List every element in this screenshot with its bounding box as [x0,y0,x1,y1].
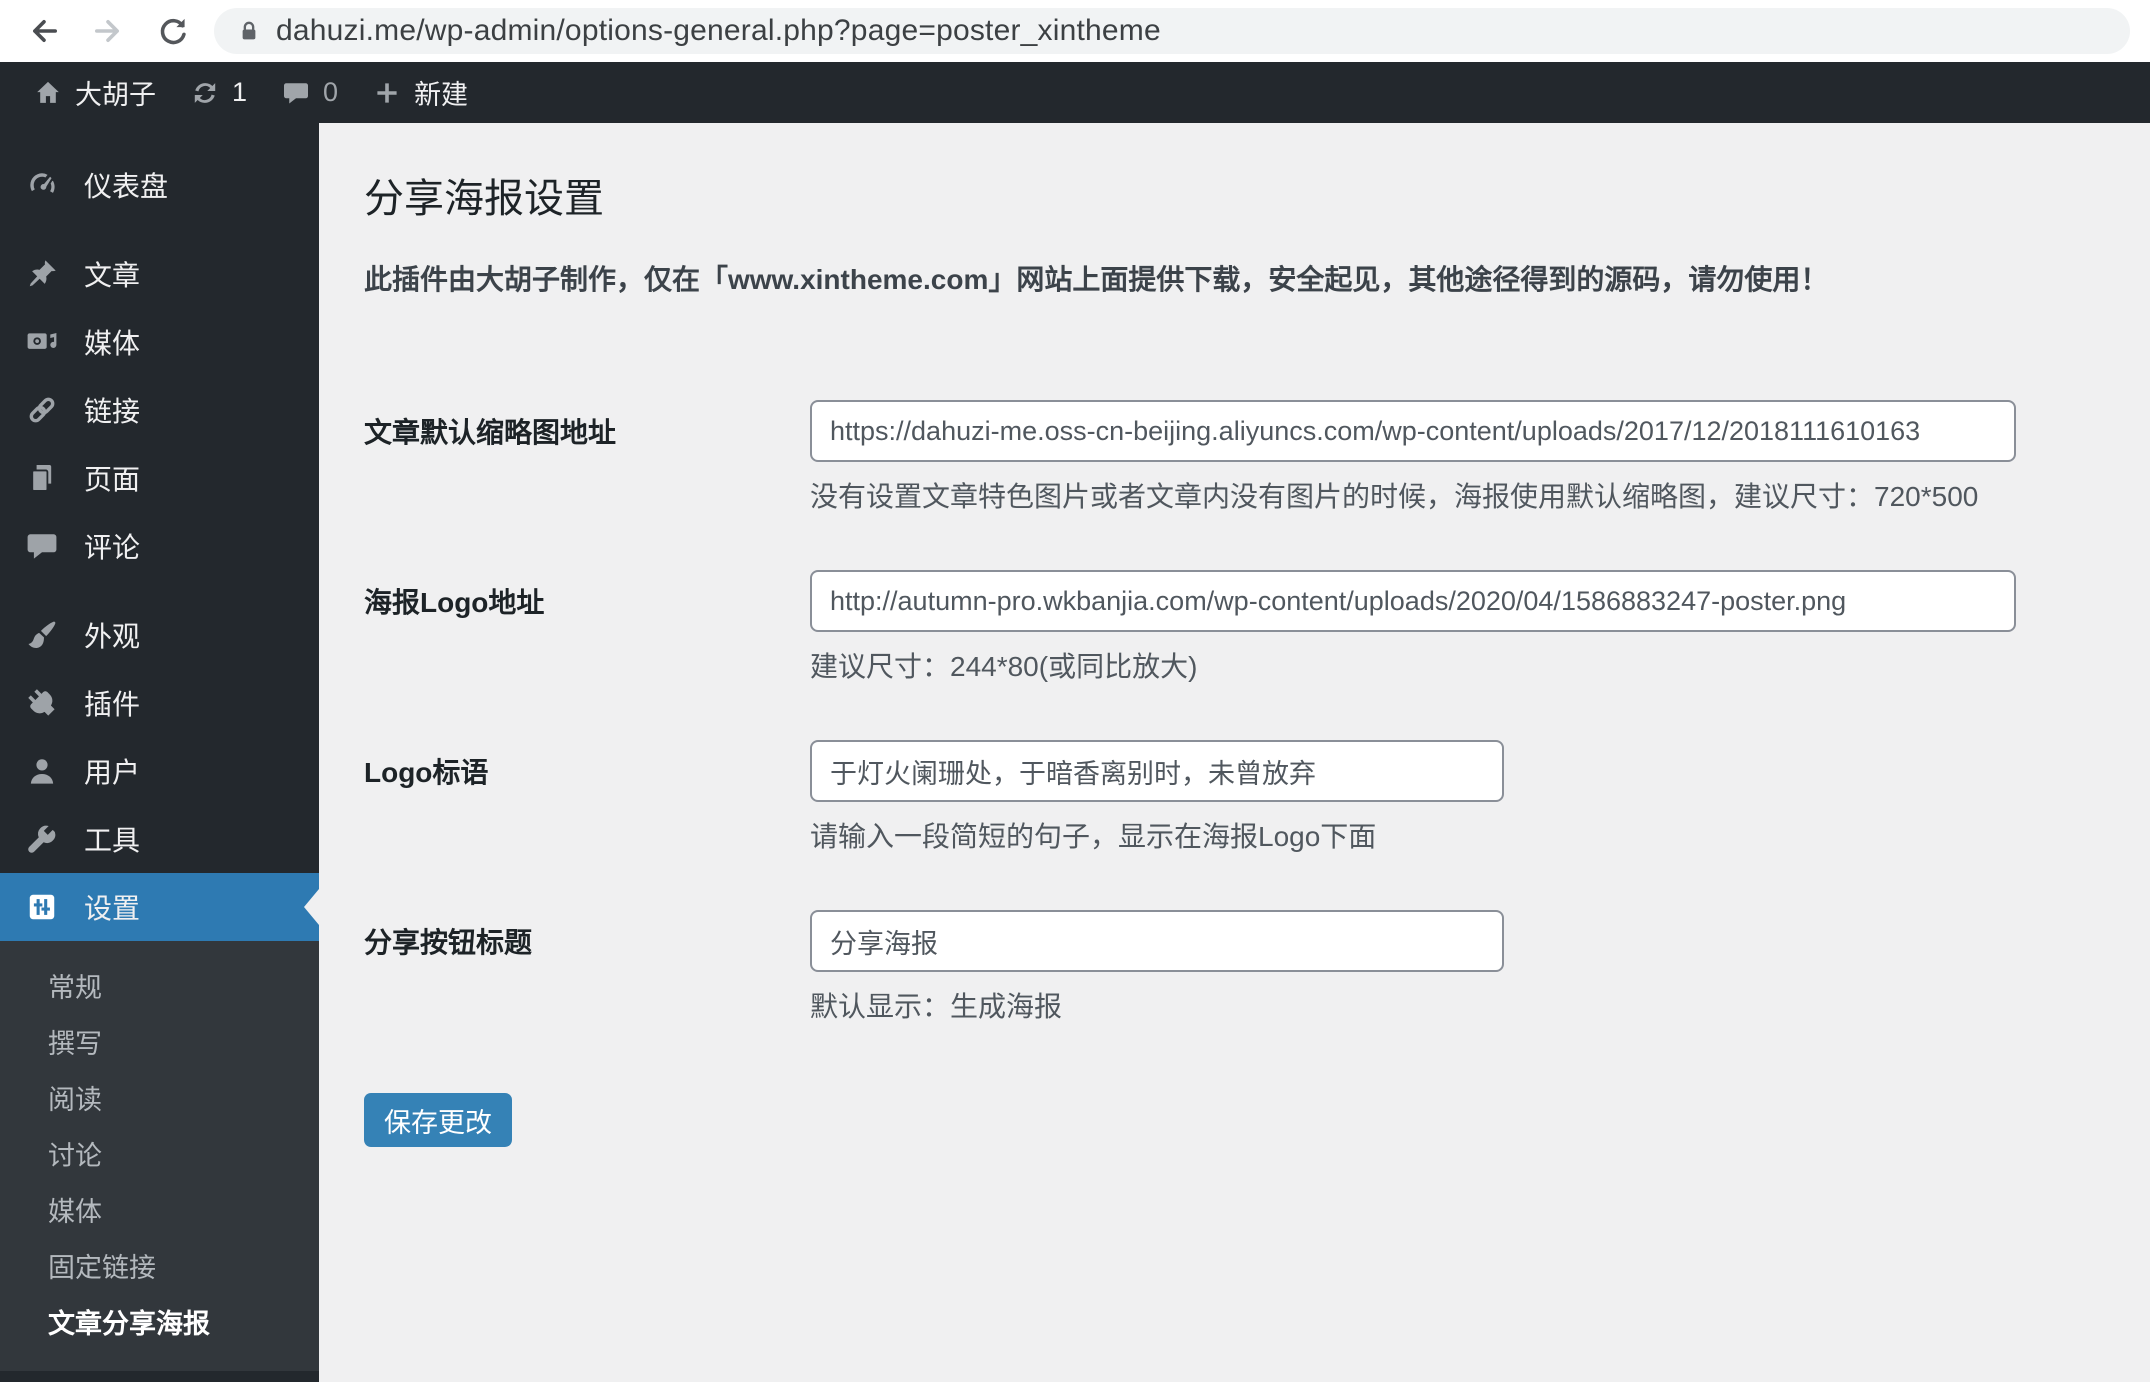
admin-menu: 仪表盘 文章 媒体 链接 页面 评论 外观 插件 用户 工具 设置 [0,123,319,941]
adminbar-new-label: 新建 [414,80,469,110]
plug-icon [24,685,60,721]
browser-toolbar: dahuzi.me/wp-admin/options-general.php?p… [0,0,2150,62]
menu-separator [0,580,319,601]
wp-admin-bar: 大胡子 1 0 新建 [0,62,2150,123]
pushpin-icon [24,256,60,292]
sidebar-item-media[interactable]: 媒体 [0,308,319,376]
save-changes-button[interactable]: 保存更改 [364,1093,512,1147]
paintbrush-icon [24,617,60,653]
field-help: 请输入一段简短的句子，显示在海报Logo下面 [810,821,1377,852]
field-label: Logo标语 [364,757,489,788]
back-icon [33,20,58,42]
media-camera-icon [24,324,60,360]
sidebar-label: 用户 [84,757,141,788]
plus-icon [377,82,397,103]
form-row-share-button-title: 分享按钮标题 默认显示：生成海报 [364,910,2150,1026]
settings-form: 文章默认缩略图地址 没有设置文章特色图片或者文章内没有图片的时候，海报使用默认缩… [364,400,2150,1147]
submenu-item-discussion[interactable]: 讨论 [0,1125,319,1181]
field-help: 建议尺寸：244*80(或同比放大) [810,651,1198,682]
forward-icon [94,20,119,42]
adminbar-site-menu[interactable]: 大胡子 [16,62,173,123]
sidebar-item-plugins[interactable]: 插件 [0,669,319,737]
adminbar-new-content[interactable]: 新建 [355,62,485,123]
field-help: 没有设置文章特色图片或者文章内没有图片的时候，海报使用默认缩略图，建议尺寸：72… [810,481,1979,512]
adminbar-comments[interactable]: 0 [264,62,355,123]
settings-page: 分享海报设置 此插件由大胡子制作，仅在「www.xintheme.com」网站上… [319,123,2150,1382]
sidebar-item-dashboard[interactable]: 仪表盘 [0,151,319,219]
form-row-default-thumbnail: 文章默认缩略图地址 没有设置文章特色图片或者文章内没有图片的时候，海报使用默认缩… [364,400,2150,516]
browser-reload-button[interactable] [150,9,194,53]
screen: dahuzi.me/wp-admin/options-general.php?p… [0,0,2150,1382]
lock-icon [242,21,256,40]
comment-bubble-icon [24,528,60,564]
submenu-item-permalinks[interactable]: 固定链接 [0,1237,319,1293]
sidebar-label: 插件 [84,689,141,720]
field-label: 文章默认缩略图地址 [364,417,617,448]
adminbar-updates[interactable]: 1 [173,62,264,123]
dashboard-gauge-icon [24,167,60,203]
sidebar-label: 设置 [84,893,141,924]
sidebar-item-tools[interactable]: 工具 [0,805,319,873]
wrench-icon [24,821,60,857]
default-thumbnail-url-input[interactable] [810,400,2016,462]
sidebar-label: 工具 [84,825,141,856]
share-button-title-input[interactable] [810,910,1504,972]
browser-back-button[interactable] [22,9,66,53]
submenu-item-share-poster[interactable]: 文章分享海报 [0,1293,319,1349]
sidebar-item-appearance[interactable]: 外观 [0,601,319,669]
update-icon [194,82,216,103]
form-row-poster-logo: 海报Logo地址 建议尺寸：244*80(或同比放大) [364,570,2150,686]
sidebar-label: 外观 [84,621,141,652]
sidebar-label: 文章 [84,260,141,291]
pages-icon [24,460,60,496]
sidebar-item-users[interactable]: 用户 [0,737,319,805]
sidebar-label: 仪表盘 [84,171,169,202]
reload-icon [160,18,186,45]
sidebar-label: 页面 [84,464,141,495]
sidebar-label: 媒体 [84,328,141,359]
field-label: 海报Logo地址 [364,587,545,618]
settings-sliders-icon [24,889,60,925]
field-label: 分享按钮标题 [364,927,533,958]
field-help: 默认显示：生成海报 [810,991,1063,1022]
form-row-logo-slogan: Logo标语 请输入一段简短的句子，显示在海报Logo下面 [364,740,2150,856]
poster-logo-url-input[interactable] [810,570,2016,632]
sidebar-item-comments[interactable]: 评论 [0,512,319,580]
page-title: 分享海报设置 [364,177,604,221]
submenu-item-general[interactable]: 常规 [0,957,319,1013]
sidebar-item-settings[interactable]: 设置 [0,873,319,941]
url-text: dahuzi.me/wp-admin/options-general.php?p… [276,14,1161,47]
adminbar-site-name: 大胡子 [75,80,156,110]
submenu-item-writing[interactable]: 撰写 [0,1013,319,1069]
submenu-item-reading[interactable]: 阅读 [0,1069,319,1125]
settings-submenu: 常规 撰写 阅读 讨论 媒体 固定链接 文章分享海报 [0,941,319,1371]
chain-link-icon [24,392,60,428]
browser-forward-button[interactable] [86,9,130,53]
submenu-item-media[interactable]: 媒体 [0,1181,319,1237]
sidebar-item-posts[interactable]: 文章 [0,240,319,308]
address-bar[interactable]: dahuzi.me/wp-admin/options-general.php?p… [214,8,2130,54]
menu-separator [0,219,319,240]
sidebar-filler [0,1371,319,1382]
adminbar-comment-count: 0 [323,77,339,107]
sidebar-label: 评论 [84,532,141,563]
plugin-notice: 此插件由大胡子制作，仅在「www.xintheme.com」网站上面提供下载，安… [364,264,1829,295]
home-icon [37,81,59,103]
comment-icon [284,82,309,103]
sidebar-item-links[interactable]: 链接 [0,376,319,444]
logo-slogan-input[interactable] [810,740,1504,802]
wp-sidebar: 仪表盘 文章 媒体 链接 页面 评论 外观 插件 用户 工具 设置 常规 撰写 … [0,123,319,1382]
user-icon [24,753,60,789]
sidebar-label: 链接 [84,396,141,427]
adminbar-update-count: 1 [232,77,248,107]
sidebar-item-pages[interactable]: 页面 [0,444,319,512]
